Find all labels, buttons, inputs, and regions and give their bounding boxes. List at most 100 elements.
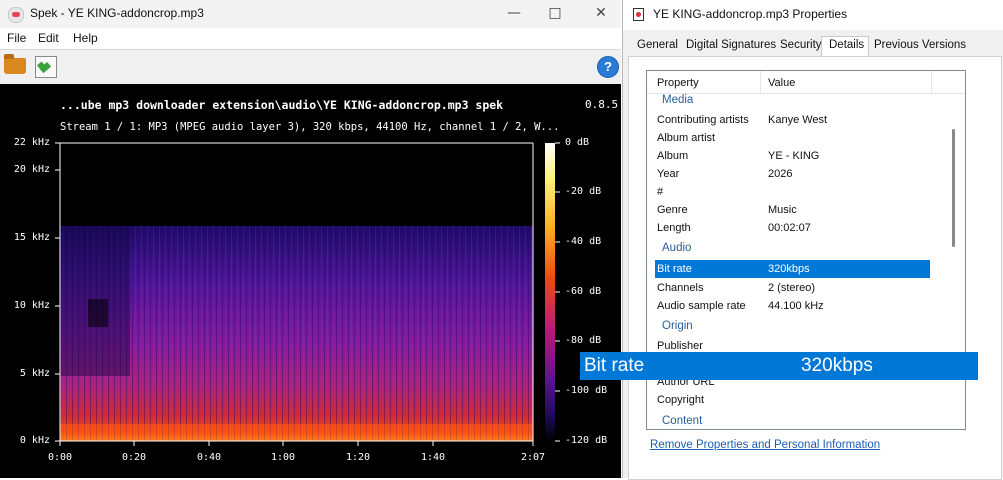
list-item[interactable]: Album YE - KING <box>647 147 965 165</box>
spek-app-icon <box>8 7 24 23</box>
spectrogram-svg <box>55 142 560 446</box>
tab-digital-signatures[interactable]: Digital Signatures <box>686 39 776 51</box>
group-audio: Audio <box>662 242 692 254</box>
list-scrollbar[interactable] <box>952 129 955 247</box>
property-name: Bit rate <box>657 263 692 275</box>
list-item[interactable]: Length 00:02:07 <box>647 219 965 237</box>
list-item[interactable]: # <box>647 183 965 201</box>
details-panel: Property Value Media Contributing artist… <box>628 56 1002 480</box>
property-name: Album <box>657 150 689 162</box>
help-icon[interactable]: ? <box>597 56 619 78</box>
db-label: -100 dB <box>565 385 608 396</box>
freq-label: 20 kHz <box>13 164 50 175</box>
list-item[interactable]: Album artist <box>647 129 965 147</box>
property-value: Kanye West <box>768 114 828 126</box>
list-item[interactable]: Year 2026 <box>647 165 965 183</box>
list-item[interactable]: Genre Music <box>647 201 965 219</box>
db-label: 0 dB <box>565 137 590 148</box>
column-separator[interactable] <box>760 71 761 93</box>
time-label: 1:20 <box>345 452 371 463</box>
menu-help[interactable]: Help <box>73 31 98 45</box>
freq-label: 10 kHz <box>13 300 50 311</box>
tooltip-key: Bit rate <box>584 355 645 376</box>
property-name: Album artist <box>657 132 716 144</box>
freq-label: 22 kHz <box>13 137 50 148</box>
spek-window: Spek - YE KING-addoncrop.mp3 — □ ✕ File … <box>0 0 621 478</box>
mp3-file-icon <box>633 8 644 21</box>
stream-info: Stream 1 / 1: MP3 (MPEG audio layer 3), … <box>60 121 560 133</box>
spectrum-gap <box>88 299 108 327</box>
property-name: Audio sample rate <box>657 300 746 312</box>
property-name: Length <box>657 222 691 234</box>
db-label: -40 dB <box>565 236 602 247</box>
file-path-header: ...ube mp3 downloader extension\audio\YE… <box>60 98 504 112</box>
maximize-icon[interactable]: □ <box>532 0 578 28</box>
spek-menubar: File Edit Help <box>0 28 621 48</box>
spectrum-texture <box>60 226 533 441</box>
minimize-icon[interactable]: — <box>491 0 537 28</box>
property-name: Year <box>657 168 680 180</box>
db-label: -20 dB <box>565 186 602 197</box>
save-icon[interactable] <box>35 56 57 78</box>
column-property[interactable]: Property <box>657 77 699 89</box>
property-name: # <box>657 186 664 198</box>
properties-title-bar: YE KING-addoncrop.mp3 Properties <box>623 0 1003 30</box>
spectrogram-canvas: ...ube mp3 downloader extension\audio\YE… <box>0 84 621 478</box>
tab-general[interactable]: General <box>637 39 678 51</box>
property-value: Music <box>768 204 797 216</box>
db-label: -60 dB <box>565 286 602 297</box>
menu-edit[interactable]: Edit <box>38 31 59 45</box>
bitrate-tooltip: Bit rate 320kbps <box>580 352 978 380</box>
list-item[interactable]: Channels 2 (stereo) <box>647 279 965 297</box>
tab-previous-versions[interactable]: Previous Versions <box>874 39 966 51</box>
y-ticks <box>55 142 60 442</box>
column-separator[interactable] <box>931 71 932 93</box>
group-content: Content <box>662 415 703 427</box>
spek-version: 0.8.5 <box>585 98 619 111</box>
db-color-bar <box>545 143 555 441</box>
list-header: Property Value <box>647 71 965 94</box>
spek-window-title: Spek - YE KING-addoncrop.mp3 <box>30 6 204 20</box>
property-name: Genre <box>657 204 688 216</box>
property-value: 2 (stereo) <box>768 282 816 294</box>
group-origin: Origin <box>662 320 693 332</box>
properties-window-title: YE KING-addoncrop.mp3 Properties <box>653 7 848 21</box>
list-item-selected[interactable]: Bit rate 320kbps <box>655 260 930 278</box>
time-label: 2:07 <box>520 452 546 463</box>
spek-toolbar: ? <box>0 49 621 84</box>
properties-dialog: YE KING-addoncrop.mp3 Properties General… <box>622 0 1003 480</box>
freq-label: 5 kHz <box>19 368 50 379</box>
property-name: Contributing artists <box>657 114 749 126</box>
tab-security[interactable]: Security <box>780 39 822 51</box>
property-name: Channels <box>657 282 704 294</box>
property-name: Copyright <box>657 394 705 406</box>
list-item[interactable]: Audio sample rate 44.100 kHz <box>647 297 965 315</box>
spek-title-bar: Spek - YE KING-addoncrop.mp3 — □ ✕ <box>0 0 621 28</box>
property-value: 320kbps <box>768 263 810 275</box>
property-name: Publisher <box>657 340 703 352</box>
time-label: 1:40 <box>420 452 446 463</box>
property-value: 2026 <box>768 168 793 180</box>
db-label: -120 dB <box>565 435 608 446</box>
db-label: -80 dB <box>565 335 602 346</box>
group-media: Media <box>662 94 694 106</box>
list-item[interactable]: Copyright <box>647 391 965 409</box>
column-value[interactable]: Value <box>768 77 795 89</box>
freq-label: 0 kHz <box>19 435 50 446</box>
freq-label: 15 kHz <box>13 232 50 243</box>
remove-properties-link[interactable]: Remove Properties and Personal Informati… <box>650 439 880 451</box>
property-value: 00:02:07 <box>768 222 811 234</box>
x-ticks <box>59 441 534 446</box>
close-icon[interactable]: ✕ <box>578 0 624 28</box>
properties-tabs: General Digital Signatures Security Deta… <box>623 30 1003 59</box>
list-item[interactable]: Contributing artists Kanye West <box>647 111 965 129</box>
db-ticks <box>555 142 560 442</box>
tab-details[interactable]: Details <box>829 39 864 51</box>
property-value: YE - KING <box>768 150 820 162</box>
time-label: 1:00 <box>270 452 296 463</box>
tooltip-value: 320kbps <box>801 355 873 376</box>
time-label: 0:40 <box>196 452 222 463</box>
property-value: 44.100 kHz <box>768 300 824 312</box>
menu-file[interactable]: File <box>7 31 26 45</box>
open-folder-icon[interactable] <box>4 54 26 74</box>
